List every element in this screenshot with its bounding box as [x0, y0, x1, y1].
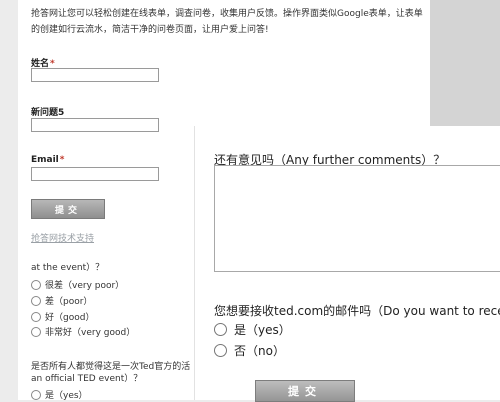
partial-question-text: at the event）？	[31, 263, 105, 273]
survey-panel-right: 还有意见吗（Any further comments）？ 您想要接收ted.co…	[195, 126, 500, 402]
question2-line2: an official TED event）？	[31, 374, 143, 384]
radio-icon[interactable]	[31, 295, 41, 306]
radio-icon[interactable]	[31, 389, 41, 400]
radio-icon[interactable]	[31, 279, 41, 290]
name-input[interactable]	[31, 68, 159, 82]
option-poor[interactable]: 差（poor）	[31, 294, 92, 307]
option-very-good[interactable]: 非常好（very good）	[31, 325, 135, 338]
form-intro-text: 抢答网让您可以轻松创建在线表单，调查问卷，收集用户反馈。操作界面类似Google…	[31, 9, 423, 35]
option-label: 是（yes）	[234, 323, 291, 337]
survey-panel-left: at the event）？ 很差（very poor） 差（poor） 好（g…	[18, 262, 195, 400]
question2-line1: 是否所有人都觉得这是一次Ted官方的活	[31, 362, 191, 372]
radio-icon[interactable]	[31, 326, 41, 337]
radio-icon[interactable]	[31, 311, 41, 322]
option-yes[interactable]: 是（yes）	[214, 321, 291, 338]
email-input[interactable]	[31, 167, 159, 181]
option-label: 非常好（very good）	[45, 328, 136, 338]
option-label: 很差（very poor）	[45, 281, 125, 291]
option-good[interactable]: 好（good）	[31, 310, 94, 323]
option-label: 是（yes）	[45, 391, 88, 400]
support-link[interactable]: 抢答网技术支持	[31, 231, 94, 244]
option-yes[interactable]: 是（yes）	[31, 388, 88, 400]
submit-button[interactable]: 提交	[31, 199, 105, 219]
option-label: 好（good）	[45, 313, 95, 323]
radio-icon[interactable]	[214, 323, 227, 336]
email-label-text: Email	[31, 155, 59, 165]
submit-button[interactable]: 提交	[255, 380, 355, 402]
comments-textarea[interactable]	[214, 165, 500, 272]
email-label: Email*	[31, 155, 65, 165]
option-label: 否（no）	[234, 344, 285, 358]
option-label: 差（poor）	[45, 297, 93, 307]
required-mark: *	[59, 155, 65, 165]
question5-input[interactable]	[31, 118, 159, 132]
question5-label: 新问题5	[31, 108, 65, 118]
option-very-poor[interactable]: 很差（very poor）	[31, 278, 124, 291]
radio-icon[interactable]	[214, 344, 227, 357]
option-no[interactable]: 否（no）	[214, 342, 285, 359]
email-subscribe-question: 您想要接收ted.com的邮件吗（Do you want to receive	[214, 304, 500, 318]
